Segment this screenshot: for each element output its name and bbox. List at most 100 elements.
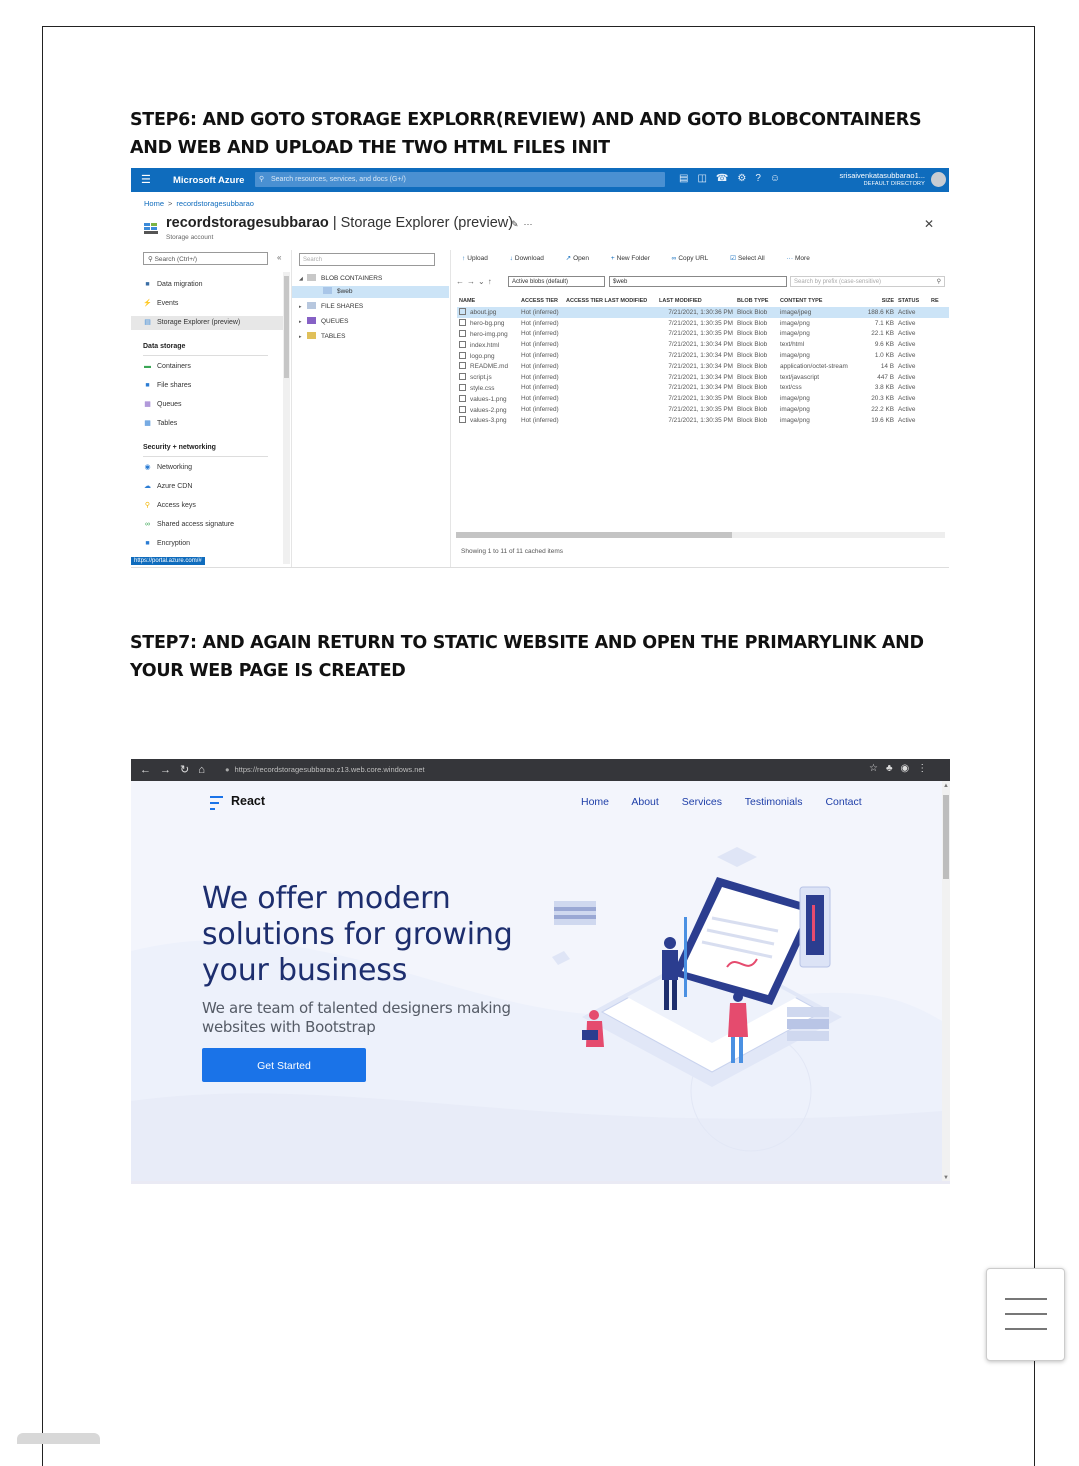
- menu-scrollbar[interactable]: [283, 272, 290, 564]
- column-header[interactable]: ACCESS TIER: [519, 295, 564, 307]
- tree-web-container[interactable]: $web: [323, 286, 353, 298]
- table-row[interactable]: script.js Hot (inferred) 7/21/2021, 1:30:3…: [457, 372, 949, 383]
- scroll-up-arrow-icon[interactable]: ▲: [943, 783, 949, 789]
- select-all-button[interactable]: ☑ Select All: [730, 255, 775, 262]
- table-row[interactable]: hero-img.png Hot (inferred) 7/21/2021, 1:3…: [457, 329, 949, 340]
- table-row[interactable]: values-2.png Hot (inferred) 7/21/2021, 1:3…: [457, 404, 949, 415]
- reload-icon[interactable]: ↻: [180, 764, 198, 776]
- tree-tables[interactable]: ▸ TABLES: [299, 331, 345, 343]
- table-row[interactable]: values-1.png Hot (inferred) 7/21/2021, 1:3…: [457, 393, 949, 404]
- nav-item-label: Access keys: [157, 502, 196, 509]
- help-icon[interactable]: ?: [755, 173, 770, 184]
- nav-item-shared-access-signature[interactable]: ∞ Shared access signature: [143, 518, 273, 532]
- nav-arrows-icon[interactable]: ←→⌄↑: [456, 277, 495, 286]
- section-data-storage: Data storage: [143, 343, 186, 350]
- nav-home[interactable]: Home: [581, 796, 609, 808]
- directory-filter-icon[interactable]: ◫: [697, 173, 715, 184]
- scrollbar-thumb[interactable]: [456, 532, 732, 538]
- nav-item-file-shares[interactable]: ■ File shares: [143, 379, 273, 393]
- nav-item-events[interactable]: ⚡ Events: [143, 297, 273, 311]
- azure-brand[interactable]: Microsoft Azure: [173, 175, 244, 186]
- url-text: https://recordstoragesubbarao.z13.web.co…: [234, 765, 425, 774]
- column-header[interactable]: BLOB TYPE: [735, 295, 778, 307]
- nav-item-storage-explorer[interactable]: ▤ Storage Explorer (preview): [131, 316, 283, 330]
- nav-item-containers[interactable]: ▬ Containers: [143, 360, 273, 374]
- column-header[interactable]: LAST MODIFIED: [657, 295, 735, 307]
- floating-menu-button[interactable]: [986, 1268, 1065, 1361]
- avatar[interactable]: [931, 172, 946, 187]
- settings-gear-icon[interactable]: ⚙: [737, 173, 755, 184]
- corner-tab[interactable]: [17, 1433, 100, 1444]
- breadcrumb-resource[interactable]: recordstoragesubbarao: [176, 199, 254, 208]
- account-menu[interactable]: srisaivenkatasubbarao1... DEFAULT DIRECT…: [827, 171, 925, 189]
- column-header[interactable]: STATUS: [896, 295, 929, 307]
- tree-search-input[interactable]: Search: [299, 253, 435, 266]
- forward-icon[interactable]: →: [160, 764, 180, 776]
- table-row[interactable]: values-3.png Hot (inferred) 7/21/2021, 1:3…: [457, 415, 949, 426]
- table-cell: [929, 372, 949, 383]
- nav-item-azure-cdn[interactable]: ☁ Azure CDN: [143, 480, 273, 494]
- profile-icon[interactable]: ◉: [901, 763, 918, 774]
- nav-item-networking[interactable]: ◉ Networking: [143, 461, 273, 475]
- top-bar-icons: ▤◫☎⚙?☺: [679, 173, 789, 184]
- page-scrollbar[interactable]: ▲ ▼: [942, 781, 950, 1183]
- nav-contact[interactable]: Contact: [825, 796, 861, 808]
- get-started-button[interactable]: Get Started: [202, 1048, 366, 1082]
- cloud-shell-icon[interactable]: ▤: [679, 173, 697, 184]
- menu-search-input[interactable]: ⚲ Search (Ctrl+/): [143, 252, 268, 265]
- back-icon[interactable]: ←: [140, 764, 160, 776]
- blob-filter-select[interactable]: Active blobs (default): [508, 276, 605, 287]
- more-button[interactable]: ··· More: [787, 255, 820, 262]
- nav-item-access-keys[interactable]: ⚲ Access keys: [143, 499, 273, 513]
- address-bar[interactable]: ● https://recordstoragesubbarao.z13.web.c…: [225, 765, 425, 774]
- nav-item-data-migration[interactable]: ■ Data migration: [143, 278, 273, 292]
- path-input[interactable]: $web: [609, 276, 787, 287]
- global-search-input[interactable]: ⚲ Search resources, services, and docs (…: [255, 172, 665, 187]
- prefix-search-input[interactable]: Search by prefix (case-sensitive) ⚲: [790, 276, 945, 287]
- table-cell: Active: [898, 395, 916, 403]
- tree-queues[interactable]: ▸ QUEUES: [299, 316, 348, 328]
- tree-file-shares[interactable]: ▸ FILE SHARES: [299, 301, 363, 313]
- column-header[interactable]: RE: [929, 295, 949, 307]
- extensions-icon[interactable]: ♣: [886, 763, 901, 774]
- column-header[interactable]: CONTENT TYPE: [778, 295, 860, 307]
- breadcrumb-home[interactable]: Home: [144, 199, 164, 208]
- notifications-icon[interactable]: ☎: [716, 173, 737, 184]
- new-folder-button[interactable]: + New Folder: [611, 255, 660, 262]
- tree-blob-containers[interactable]: ◢ BLOB CONTAINERS: [299, 273, 382, 285]
- scrollbar-thumb[interactable]: [943, 795, 949, 879]
- home-icon[interactable]: ⌂: [198, 764, 214, 776]
- close-icon[interactable]: ✕: [924, 217, 934, 231]
- bookmark-star-icon[interactable]: ☆: [869, 763, 886, 774]
- hamburger-menu-icon[interactable]: ☰: [141, 173, 151, 186]
- nav-item-queues[interactable]: ▦ Queues: [143, 398, 273, 412]
- nav-services[interactable]: Services: [682, 796, 722, 808]
- nav-testimonials[interactable]: Testimonials: [745, 796, 803, 808]
- table-row[interactable]: about.jpg Hot (inferred) 7/21/2021, 1:30:3…: [457, 307, 949, 318]
- table-cell: text/javascript: [780, 373, 820, 381]
- column-header[interactable]: NAME: [457, 295, 519, 307]
- address-bar: ←→⌄↑ Active blobs (default) $web Search …: [456, 276, 945, 289]
- collapse-menu-icon[interactable]: «: [277, 253, 281, 262]
- upload-button[interactable]: ↑ Upload: [462, 255, 498, 262]
- table-row[interactable]: logo.png Hot (inferred) 7/21/2021, 1:30:34…: [457, 350, 949, 361]
- column-header[interactable]: SIZE: [860, 295, 896, 307]
- nav-item-encryption[interactable]: ■ Encryption: [143, 537, 273, 551]
- nav-about[interactable]: About: [631, 796, 658, 808]
- menu-kebab-icon[interactable]: ⋮: [917, 763, 935, 774]
- table-row[interactable]: index.html Hot (inferred) 7/21/2021, 1:30:…: [457, 339, 949, 350]
- horizontal-scrollbar[interactable]: [456, 532, 945, 538]
- table-row[interactable]: hero-bg.png Hot (inferred) 7/21/2021, 1:30…: [457, 318, 949, 329]
- nav-item-tables[interactable]: ▦ Tables: [143, 417, 273, 431]
- table-row[interactable]: README.md Hot (inferred) 7/21/2021, 1:30:3…: [457, 361, 949, 372]
- pin-icon[interactable]: ✎ ···: [511, 219, 533, 230]
- table-row[interactable]: style.css Hot (inferred) 7/21/2021, 1:30:3…: [457, 383, 949, 394]
- download-button[interactable]: ↓ Download: [510, 255, 554, 262]
- file-name-cell: style.css: [457, 383, 519, 394]
- copy-url-button[interactable]: ∞ Copy URL: [672, 255, 719, 262]
- open-button[interactable]: ↗ Open: [566, 255, 599, 262]
- scrollbar-thumb[interactable]: [284, 276, 289, 378]
- column-header[interactable]: ACCESS TIER LAST MODIFIED: [564, 295, 657, 307]
- feedback-icon[interactable]: ☺: [770, 173, 789, 184]
- queues-icon: ▦: [144, 401, 151, 408]
